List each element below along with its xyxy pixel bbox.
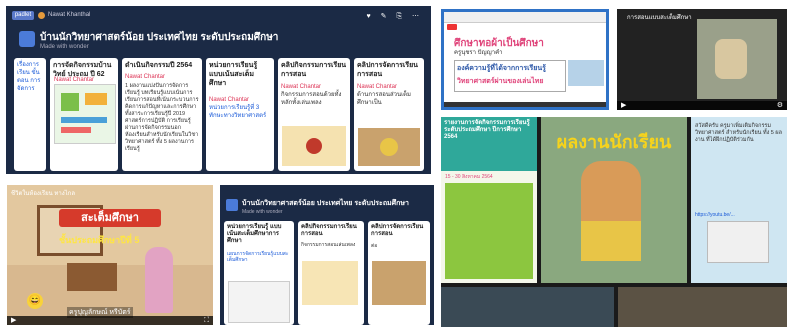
video-title: การสอนแบบสะเต็มศึกษา [627, 15, 692, 21]
post-body: แผนการจัดการเรียนรู้แบบสะเต็มศึกษา [227, 251, 289, 263]
column-header: คลิปการจัดการเรียนการสอน [357, 62, 418, 78]
video-player-classroom[interactable]: ชีวิตในห้องเรียน ทางไกล สะเต็มศึกษา ชั้น… [7, 185, 213, 325]
padlet-column-5: คลิปกิจกรรมการเรียนการสอน Nawat Chantar … [278, 58, 350, 171]
avatar [38, 12, 45, 19]
video-thumbnail[interactable] [358, 128, 420, 166]
column-header: คลิปการจัดการเรียนการสอน [371, 224, 424, 237]
grade-subtitle: ชั้นประถมศึกษาปีที่ 5 [59, 235, 140, 245]
padlet-column-2: คลิปกิจกรรมการเรียนการสอน กิจกรรมการสอนเ… [298, 221, 364, 325]
padlet-column-3: ดำเนินกิจกรรมปี 2564 Nawat Chantar 1 ผลง… [122, 58, 202, 171]
padlet-board-top: padlet Nawat Khanthal บ้านนักวิทยาศาสตร์… [6, 6, 431, 174]
padlet-logo[interactable]: padlet [12, 11, 34, 20]
banner-title: สะเต็มศึกษา [81, 212, 139, 224]
chat-link[interactable]: https://youtu.be/... [695, 211, 735, 219]
fullscreen-icon[interactable]: ⛶ [204, 316, 209, 325]
slide-photo [568, 60, 604, 86]
post-author: Nawat Chantar [209, 97, 250, 103]
chat-panel: สวัสดีครับ ครูมาเพิ่มเติมกิจกรรมวิทยาศาส… [691, 117, 787, 283]
person-figure [715, 39, 747, 79]
slide-screenshot[interactable]: ศึกษาทอผ้าเป็นศึกษา ครูนุชรา ปัญญาคำ องค… [441, 9, 609, 110]
desk [67, 263, 117, 291]
column-header: ดำเนินกิจกรรมปี 2564 [125, 62, 193, 69]
column-header: หน่วยการเรียนรู้ แบบเน้นสะเต็มศึกษาการศึ… [227, 224, 282, 244]
post-author: Nawat Chantar [54, 77, 95, 83]
top-label: ชีวิตในห้องเรียน ทางไกล [11, 191, 75, 197]
column-header: คลิปกิจกรรมการเรียนการสอน [281, 62, 347, 78]
post-body: กิจกรรมการสอนด้วยทั้งหลักทั้งเล่นเพลง [281, 92, 342, 106]
padlet-board-bottom: บ้านนักวิทยาศาสตร์น้อย ประเทศไทย ระดับปร… [220, 185, 434, 325]
chat-thumbnail[interactable] [707, 221, 769, 263]
settings-icon[interactable]: ⚙ [777, 101, 783, 110]
slide-box-title: องค์ความรู้ที่ได้จากการเรียนรู้ [457, 65, 546, 72]
video-controls[interactable]: ▶ ⚙ [617, 101, 787, 110]
post-body: ด้านการสอนส่วนเต็มศึกษาเป็น [357, 92, 411, 106]
header-actions[interactable]: ♥ ✎ ⎘ ⋯ [367, 12, 423, 21]
padlet-column-2: การจัดกิจกรรมบ้านวิทย์ ประถม ปี 62 Nawat… [50, 58, 118, 171]
video-player-top[interactable]: การสอนแบบสะเต็มศึกษา ▶ ⚙ [617, 9, 787, 110]
board-icon [19, 31, 35, 47]
post-body: หน่วยการเรียนรู้ที่ 3 ทักษะทางวิทยาศาสตร… [209, 105, 267, 119]
video-thumbnail[interactable] [302, 261, 358, 305]
post-author: Nawat Chantar [125, 74, 166, 80]
emoji-icon: 😄 [27, 293, 43, 309]
post-author: Nawat Chantar [357, 84, 398, 90]
photo-title: ผลงานนักเรียน [556, 132, 672, 152]
board-subtitle: Made with wonder [40, 44, 89, 50]
post-body: 1 ผลงานแบ่งปันการจัดการเรียนรู้ บทเรียนร… [125, 83, 199, 152]
play-icon[interactable]: ▶ [11, 316, 16, 325]
video-thumbnail[interactable] [282, 126, 346, 166]
poster[interactable]: รายงานการจัดกิจกรรมการเรียนรู้ ระดับประถ… [441, 117, 537, 283]
browser-bar [444, 12, 606, 23]
video-thumbnail[interactable] [372, 261, 426, 305]
poster-header: รายงานการจัดกิจกรรมการเรียนรู้ ระดับประถ… [441, 117, 537, 171]
video-thumb-right[interactable] [618, 287, 787, 327]
document-thumbnail[interactable] [228, 281, 290, 323]
post-author: Nawat Chantar [281, 84, 322, 90]
slide-subheading: ครูนุชรา ปัญญาคำ [454, 50, 503, 56]
padlet-column-3: คลิปการจัดการเรียนการสอน ต่อ [368, 221, 430, 325]
poster-title: รายงานการจัดกิจกรรมการเรียนรู้ ระดับประถ… [444, 120, 530, 140]
youtube-icon [447, 24, 457, 30]
column-text: เรื่องการเรียน ขั้นตอน การจัดการ [17, 62, 41, 92]
photo-grid [445, 183, 533, 279]
teacher-figure [145, 247, 173, 313]
video-thumb-left[interactable] [441, 287, 614, 327]
post-thumbnail[interactable] [54, 84, 116, 144]
slide-box-text: วิทยาศาสตร์ผ่านของเล่นไทย [457, 78, 544, 85]
play-icon[interactable]: ▶ [621, 101, 626, 110]
post-body: กิจกรรมการสอนเล่นเพลง [301, 242, 356, 248]
padlet-column-4: หน่วยการเรียนรู้ แบบเน้นสะเต็มศึกษา Nawa… [206, 58, 274, 171]
author-name: Nawat Khanthal [48, 12, 91, 18]
progress-bar[interactable] [444, 102, 606, 107]
board-subtitle: Made with wonder [242, 209, 283, 215]
slide-box: องค์ความรู้ที่ได้จากการเรียนรู้ วิทยาศาส… [454, 60, 566, 92]
column-header: คลิปกิจกรรมการเรียนการสอน [301, 224, 357, 237]
collage: รายงานการจัดกิจกรรมการเรียนรู้ ระดับประถ… [441, 117, 787, 327]
board-icon [226, 199, 238, 211]
chat-message: สวัสดีครับ ครูมาเพิ่มเติมกิจกรรมวิทยาศาส… [695, 123, 782, 143]
column-header: หน่วยการเรียนรู้ แบบเน้นสะเต็มศึกษา [209, 62, 258, 87]
post-body: ต่อ [371, 243, 378, 249]
banner-box: สะเต็มศึกษา [59, 209, 161, 227]
padlet-column-1: หน่วยการเรียนรู้ แบบเน้นสะเต็มศึกษาการศึ… [224, 221, 294, 325]
shirt [581, 221, 641, 261]
poster-date: 15 - 30 สิงหาคม 2564 [445, 174, 493, 180]
student-photo[interactable]: ผลงานนักเรียน [541, 117, 687, 283]
padlet-column-1: เรื่องการเรียน ขั้นตอน การจัดการ [14, 58, 46, 171]
padlet-column-6: คลิปการจัดการเรียนการสอน Nawat Chantar ด… [354, 58, 424, 171]
video-controls[interactable]: ▶ ⛶ [7, 316, 213, 325]
